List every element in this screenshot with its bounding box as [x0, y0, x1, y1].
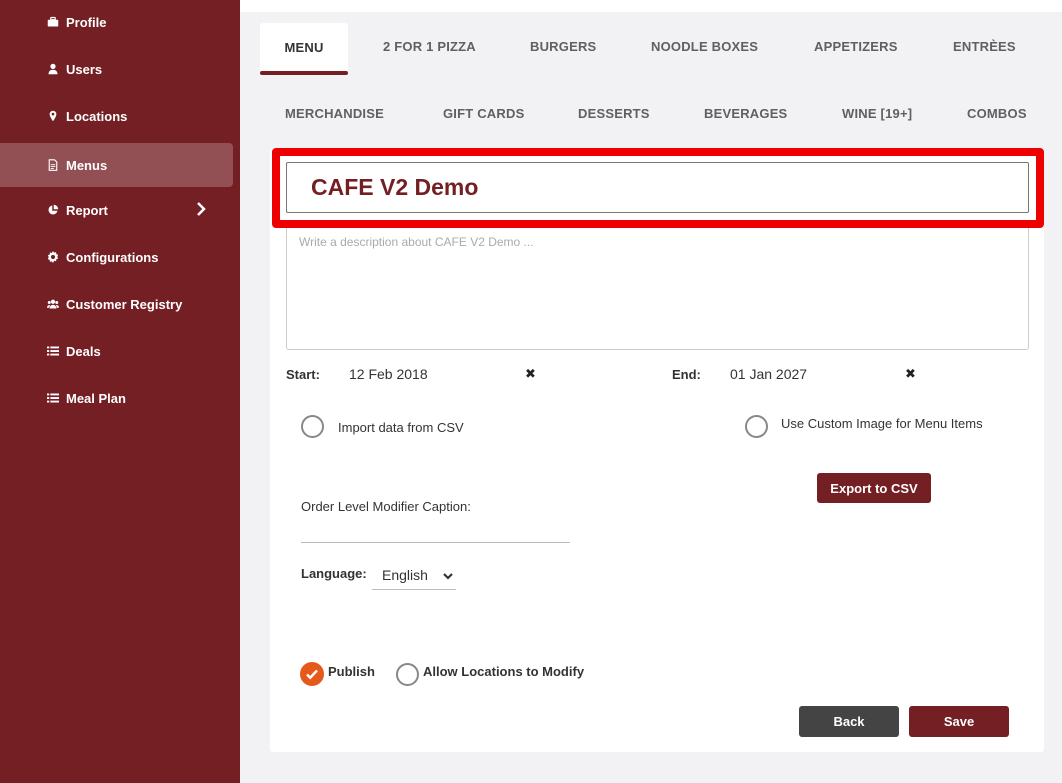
- publish-label: Publish: [328, 664, 375, 679]
- tab-entrees[interactable]: ENTRÈES: [953, 39, 1016, 54]
- language-selected-value: English: [382, 566, 428, 583]
- top-bar: [240, 0, 1062, 12]
- list-icon: [46, 391, 60, 405]
- tab-desserts[interactable]: DESSERTS: [578, 106, 650, 121]
- sidebar-item-label: Deals: [66, 343, 101, 359]
- tab-beverages[interactable]: BEVERAGES: [704, 106, 787, 121]
- sidebar-item-profile[interactable]: Profile: [0, 0, 233, 44]
- sidebar-item-label: Profile: [66, 14, 107, 30]
- sidebar-item-configurations[interactable]: Configurations: [0, 235, 233, 279]
- tab-noodle-boxes[interactable]: NOODLE BOXES: [651, 39, 758, 54]
- end-date-label: End:: [672, 367, 701, 382]
- tab-2-for-1-pizza[interactable]: 2 FOR 1 PIZZA: [383, 39, 476, 54]
- tab-merchandise[interactable]: MERCHANDISE: [285, 106, 384, 121]
- map-marker-icon: [46, 109, 60, 123]
- tab-gift-cards[interactable]: GIFT CARDS: [443, 106, 524, 121]
- chevron-right-icon: [196, 202, 208, 216]
- import-csv-label: Import data from CSV: [338, 420, 464, 435]
- user-icon: [46, 62, 60, 76]
- sidebar-item-menus[interactable]: Menus: [0, 143, 233, 187]
- menu-name-input[interactable]: [286, 162, 1029, 213]
- publish-checkbox[interactable]: [300, 662, 324, 686]
- sidebar-item-report[interactable]: Report: [0, 188, 233, 232]
- sidebar-item-label: Report: [66, 202, 108, 218]
- clear-start-date-icon[interactable]: ✖: [525, 366, 536, 382]
- start-date-label: Start:: [286, 367, 320, 382]
- tab-menu[interactable]: MENU: [260, 23, 348, 71]
- allow-locations-label: Allow Locations to Modify: [423, 664, 585, 679]
- language-select[interactable]: English: [372, 560, 456, 590]
- sidebar-item-label: Meal Plan: [66, 390, 126, 406]
- list-icon: [46, 344, 60, 358]
- briefcase-icon: [46, 15, 60, 29]
- tab-burgers[interactable]: BURGERS: [530, 39, 596, 54]
- end-date-value[interactable]: 01 Jan 2027: [730, 366, 807, 382]
- chevron-down-icon: [442, 569, 454, 581]
- modifier-caption-label: Order Level Modifier Caption:: [301, 499, 471, 514]
- menu-description-input[interactable]: [286, 228, 1029, 350]
- start-date-value[interactable]: 12 Feb 2018: [349, 366, 428, 382]
- sidebar-item-customer-registry[interactable]: Customer Registry: [0, 282, 233, 326]
- sidebar-item-label: Configurations: [66, 249, 159, 265]
- custom-image-label: Use Custom Image for Menu Items: [781, 416, 983, 431]
- sidebar-item-label: Locations: [66, 108, 128, 124]
- file-icon: [46, 158, 60, 172]
- back-button[interactable]: Back: [799, 706, 899, 737]
- import-csv-radio[interactable]: [301, 415, 324, 438]
- clear-end-date-icon[interactable]: ✖: [905, 366, 916, 382]
- users-icon: [46, 297, 60, 311]
- export-csv-button[interactable]: Export to CSV: [817, 473, 931, 503]
- modifier-caption-input[interactable]: [301, 517, 570, 543]
- tab-wine[interactable]: WINE [19+]: [842, 106, 912, 121]
- language-label: Language:: [301, 566, 367, 581]
- sidebar-item-deals[interactable]: Deals: [0, 329, 233, 373]
- custom-image-radio[interactable]: [745, 415, 768, 438]
- active-tab-indicator: [260, 71, 348, 75]
- allow-locations-checkbox[interactable]: [396, 663, 419, 686]
- sidebar: Profile Users Locations Menus Report Con…: [0, 0, 240, 783]
- gear-icon: [46, 250, 60, 264]
- save-button[interactable]: Save: [909, 706, 1009, 737]
- pie-chart-icon: [46, 203, 60, 217]
- sidebar-item-label: Customer Registry: [66, 296, 183, 312]
- tab-combos[interactable]: COMBOS: [967, 106, 1027, 121]
- sidebar-item-label: Menus: [66, 157, 108, 173]
- sidebar-item-meal-plan[interactable]: Meal Plan: [0, 376, 233, 420]
- tab-appetizers[interactable]: APPETIZERS: [814, 39, 898, 54]
- sidebar-item-users[interactable]: Users: [0, 47, 233, 91]
- sidebar-item-locations[interactable]: Locations: [0, 94, 233, 138]
- sidebar-item-label: Users: [66, 61, 103, 77]
- check-icon: [306, 669, 318, 680]
